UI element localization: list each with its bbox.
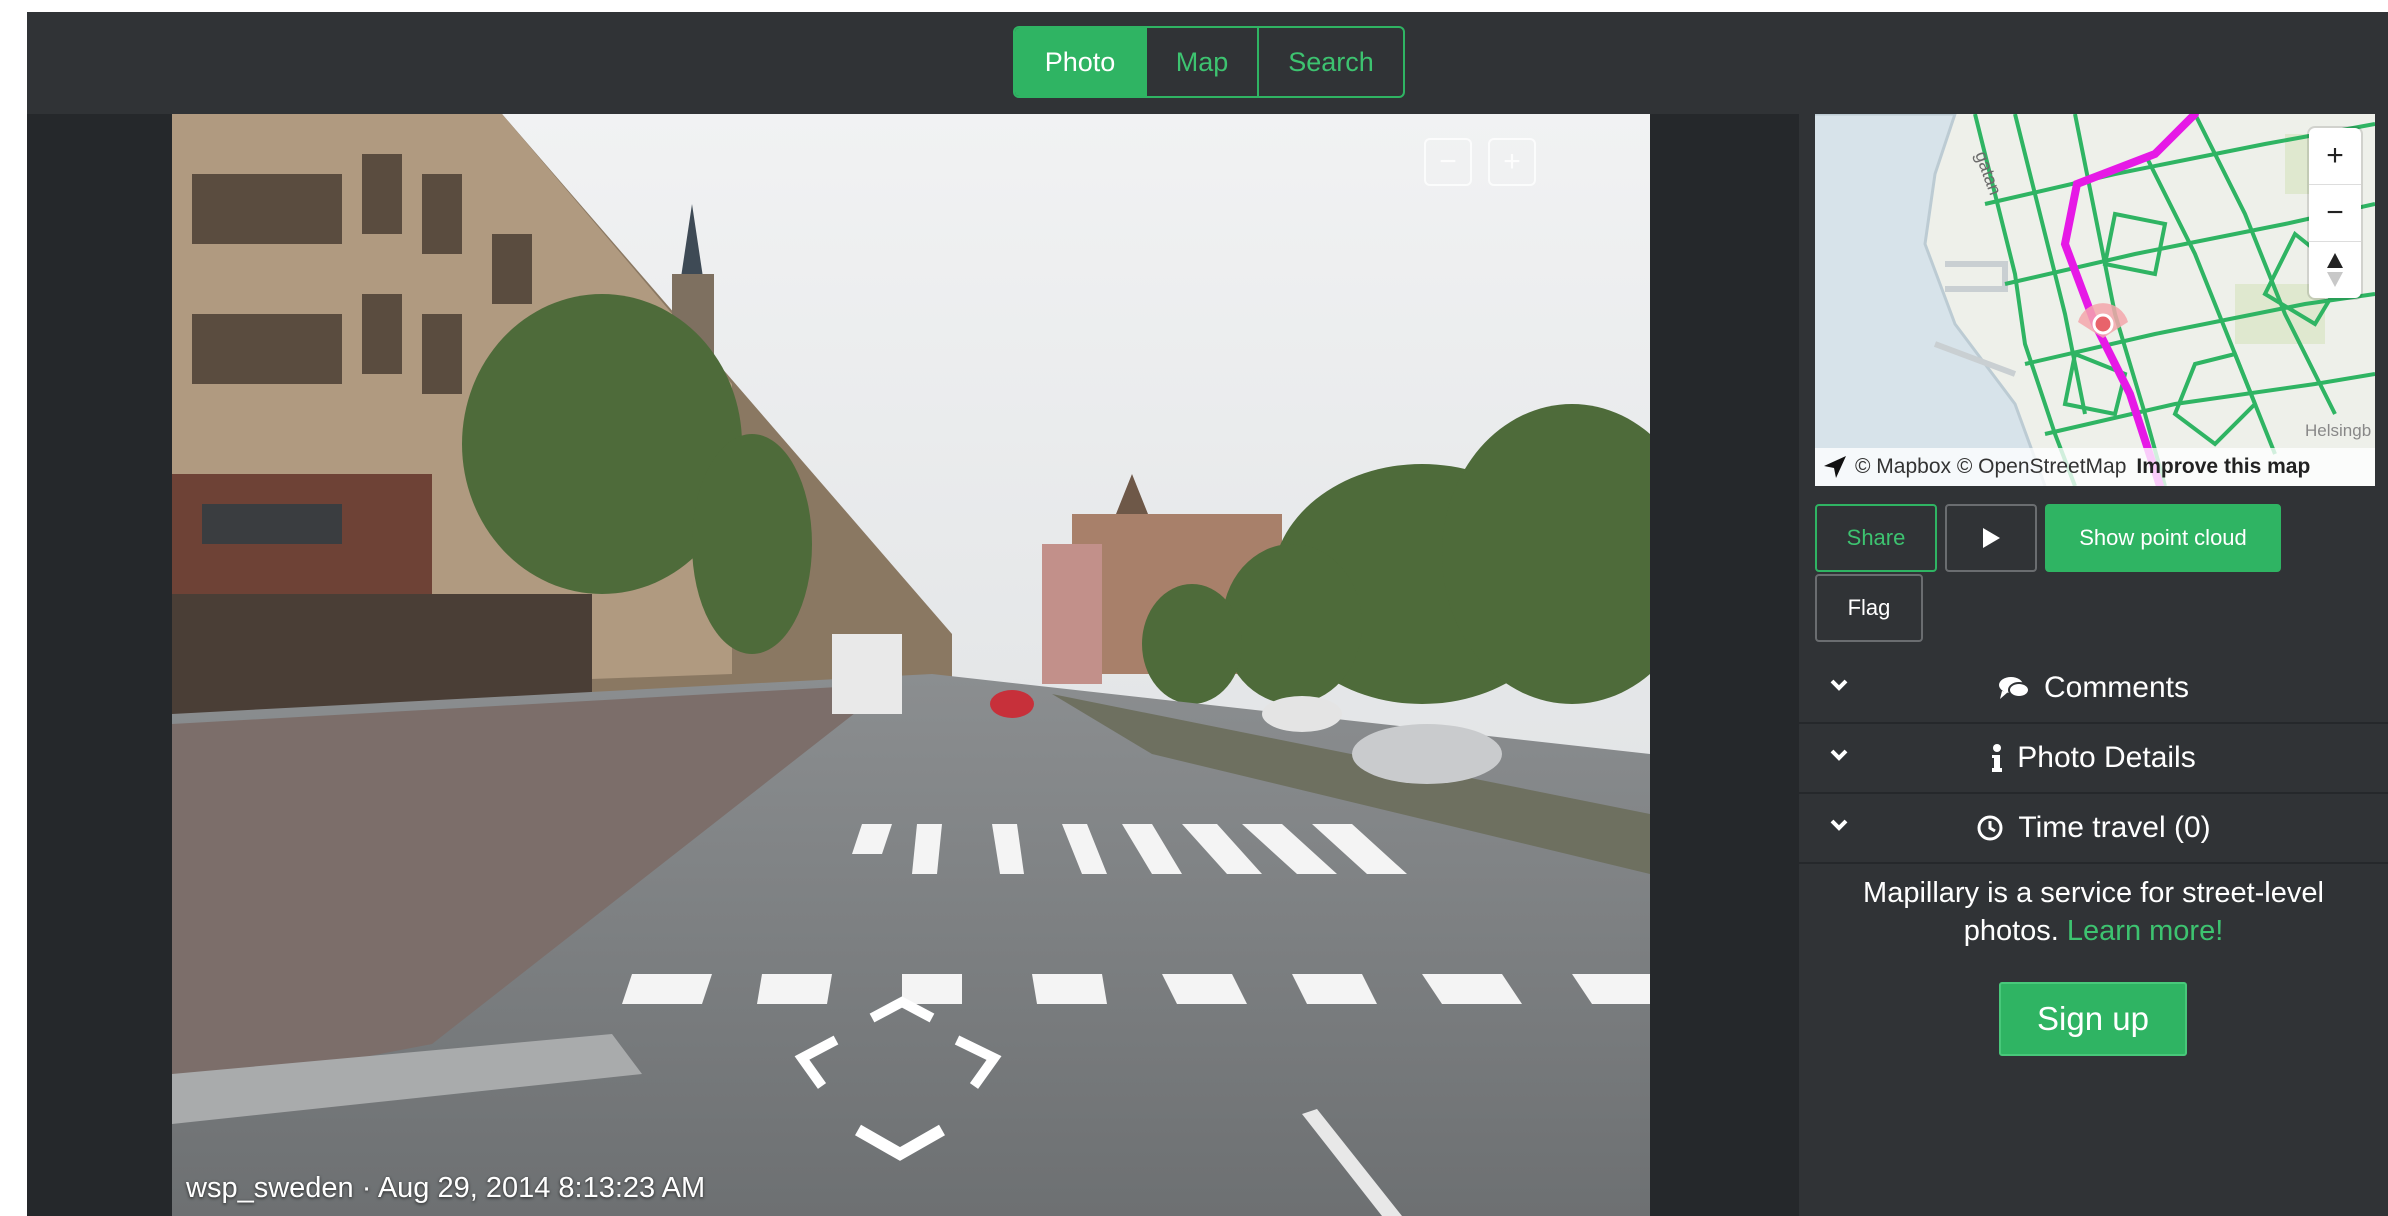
mini-map[interactable]: gatan Helsingb + − © Mapbox © OpenStreet… xyxy=(1815,114,2375,486)
tab-photo[interactable]: Photo xyxy=(1015,28,1145,96)
view-tabs: Photo Map Search xyxy=(1013,26,1405,98)
action-buttons: Share Show point cloud xyxy=(1815,504,2281,572)
geolocate-icon[interactable] xyxy=(1815,454,1855,480)
chevron-down-icon xyxy=(1830,819,1848,831)
map-zoom-in-button[interactable]: + xyxy=(2309,128,2361,185)
photo-details-label: Photo Details xyxy=(2017,741,2196,774)
map-zoom-controls: + − xyxy=(2309,128,2361,298)
comments-label: Comments xyxy=(2043,671,2190,704)
promo-text: Mapillary is a service for street-level … xyxy=(1819,874,2368,950)
learn-more-link[interactable]: Learn more! xyxy=(2067,915,2223,947)
show-point-cloud-button[interactable]: Show point cloud xyxy=(2045,504,2281,572)
top-bar: Photo Map Search xyxy=(27,12,2388,114)
arrow-left-icon[interactable] xyxy=(794,1035,839,1089)
share-button[interactable]: Share xyxy=(1815,504,1937,572)
arrow-forward-icon[interactable] xyxy=(869,996,935,1023)
arrow-right-icon[interactable] xyxy=(954,1035,1002,1089)
arrow-back-icon[interactable] xyxy=(855,1124,945,1161)
time-travel-label: Time travel (0) xyxy=(2018,811,2211,844)
minus-square-icon[interactable]: − xyxy=(1424,138,1472,186)
compass-icon[interactable] xyxy=(2309,242,2361,298)
sidebar: gatan Helsingb + − © Mapbox © OpenStreet… xyxy=(1799,114,2388,1216)
navigation-arrows xyxy=(794,996,1002,1161)
improve-map-link[interactable]: Improve this map xyxy=(2136,455,2310,479)
map-attribution: © Mapbox © OpenStreetMap Improve this ma… xyxy=(1815,448,2375,486)
chevron-down-icon xyxy=(1830,749,1848,761)
flag-button[interactable]: Flag xyxy=(1815,574,1923,642)
plus-square-icon[interactable]: + xyxy=(1488,138,1536,186)
map-tiles: gatan Helsingb xyxy=(1815,114,2375,486)
map-zoom-out-button[interactable]: − xyxy=(2309,185,2361,242)
tab-map[interactable]: Map xyxy=(1145,28,1257,96)
photo-caption: wsp_sweden · Aug 29, 2014 8:13:23 AM xyxy=(186,1172,706,1204)
comments-section-header[interactable]: Comments xyxy=(1799,654,2388,724)
attribution-text: © Mapbox © OpenStreetMap xyxy=(1855,455,2127,478)
time-travel-section-header[interactable]: Time travel (0) xyxy=(1799,794,2388,864)
play-button[interactable] xyxy=(1945,504,2037,572)
photo-viewer[interactable]: − + wsp_sweden · Aug 29, 2014 8:13:23 AM xyxy=(172,114,1650,1216)
viewer-zoom-controls: − + xyxy=(1424,138,1536,186)
sign-up-button[interactable]: Sign up xyxy=(1999,982,2187,1056)
tab-search[interactable]: Search xyxy=(1257,28,1403,96)
chevron-down-icon xyxy=(1830,679,1848,691)
play-icon xyxy=(1983,528,2000,548)
app-window: Photo Map Search − + wsp_sweden · Aug 29… xyxy=(27,12,2388,1216)
photo-details-section-header[interactable]: Photo Details xyxy=(1799,724,2388,794)
comments-icon xyxy=(1998,675,2030,701)
map-place-label: Helsingb xyxy=(2305,421,2371,440)
clock-icon xyxy=(1976,814,2004,842)
info-icon xyxy=(1991,744,2003,772)
